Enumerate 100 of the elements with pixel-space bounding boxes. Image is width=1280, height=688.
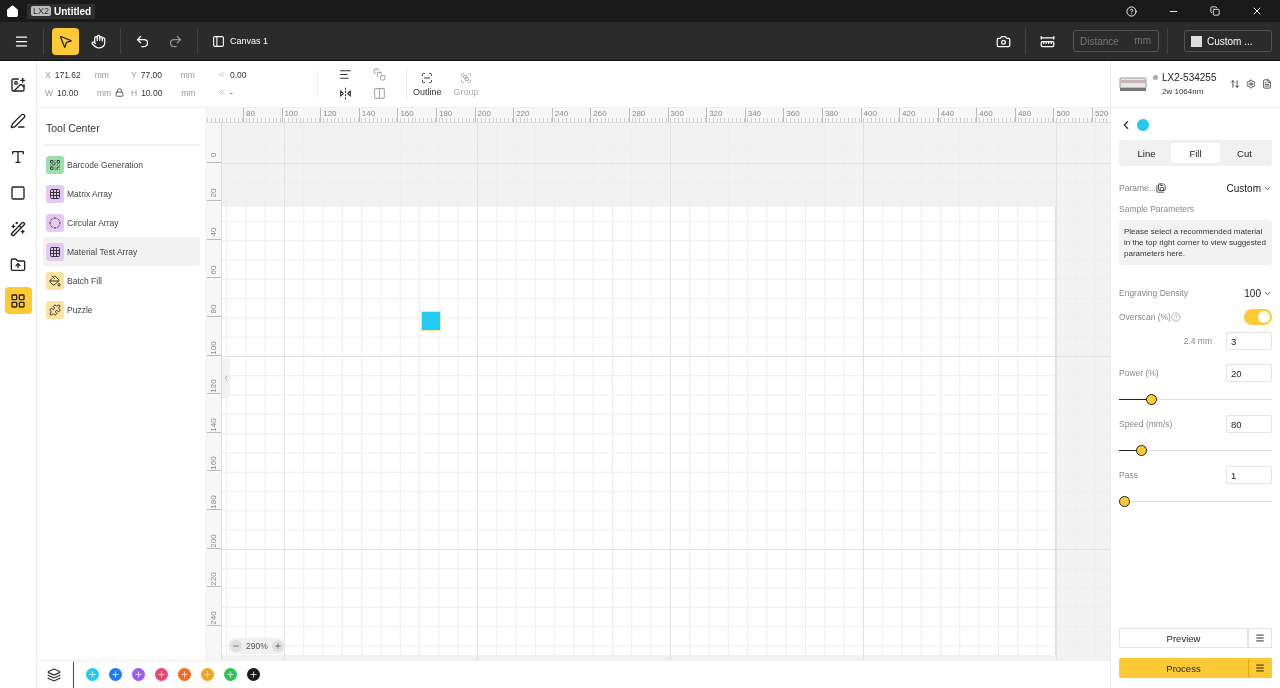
device-name[interactable]: LX2-534255 (1162, 72, 1217, 83)
info-note: Please select a recommended material in the top right corner to view suggested parameters here. (1119, 220, 1272, 265)
grid-tiles-icon (10, 292, 26, 309)
mode-tab[interactable]: Cut (1220, 143, 1269, 163)
tool-item[interactable]: Barcode Generation (43, 150, 200, 179)
settings-icon[interactable] (1246, 79, 1256, 89)
ruler-label: 140 (358, 108, 398, 122)
sort-icon[interactable] (1230, 79, 1240, 89)
ruler-label: 100 (210, 340, 218, 355)
outline-button[interactable]: Outline (407, 71, 448, 97)
collapse-handle[interactable] (222, 358, 230, 398)
device-spec: 2w 1064nm (1161, 87, 1205, 96)
ruler-label: 120 (320, 108, 359, 122)
ruler-label: 420 (899, 108, 938, 122)
image-add-icon (10, 76, 26, 93)
slider-thumb[interactable] (1119, 496, 1130, 507)
plus-icon (111, 670, 120, 679)
value-field[interactable]: 10.00 (141, 88, 178, 98)
corner-field[interactable]: - (230, 88, 266, 98)
zoom-in-button[interactable] (271, 640, 284, 652)
select-tool-button[interactable] (52, 27, 79, 55)
preview-button[interactable]: Preview (1119, 628, 1248, 648)
tool-item[interactable]: Matrix Array (43, 179, 200, 208)
ruler-label: 500 (1053, 108, 1093, 122)
canvas-tab[interactable]: Canvas 1 (206, 33, 275, 49)
overscan-toggle[interactable] (1244, 309, 1272, 325)
camera-icon (996, 33, 1011, 49)
value-field[interactable]: 77.00 (140, 70, 177, 80)
ruler-label: 200 (474, 108, 514, 122)
tool-item[interactable]: Circular Array (43, 208, 200, 237)
density-dropdown[interactable]: 100 (1244, 287, 1272, 299)
process-button[interactable]: Process (1119, 658, 1248, 678)
ruler-label: 460 (976, 108, 1015, 122)
align-icon[interactable] (338, 68, 352, 81)
plus-icon (180, 670, 189, 679)
pen-icon (10, 112, 26, 129)
ruler-label: 140 (210, 418, 218, 432)
value-field[interactable]: 171.62 (54, 70, 91, 80)
flip-icon[interactable] (338, 87, 352, 100)
mode-tab[interactable]: Fill (1171, 143, 1220, 163)
field-label: Speed (mm/s) (1119, 419, 1173, 429)
layers-icon[interactable] (47, 667, 61, 682)
group-icon (460, 71, 473, 84)
ruler-label: 300 (667, 108, 707, 122)
swatch-icon (1191, 35, 1202, 47)
document-icon[interactable] (1262, 79, 1272, 89)
ruler-label: 0 (210, 152, 218, 157)
preset-dropdown[interactable]: Custom (1226, 182, 1272, 194)
close-icon (1251, 5, 1263, 17)
value-field[interactable]: 10.00 (57, 88, 94, 98)
field-label: Y (131, 70, 137, 80)
ruler-label: 260 (590, 108, 629, 122)
redo-icon (168, 33, 183, 49)
ruler-label: 80 (243, 108, 282, 122)
mode-tab[interactable]: Line (1122, 143, 1171, 163)
plus-icon (226, 670, 235, 679)
plus-icon (88, 670, 97, 679)
field-label: Power (%) (1119, 368, 1159, 378)
menu-icon (1255, 663, 1265, 673)
angle-field[interactable]: 0.00 (230, 70, 266, 80)
tool-item[interactable]: Puzzle (43, 295, 200, 324)
slider-thumb[interactable] (1145, 394, 1157, 405)
panel-title: Tool Center (43, 118, 200, 146)
field-label: X (45, 70, 51, 80)
outline-icon (421, 71, 434, 84)
field-label: Engraving Density (1119, 288, 1188, 298)
field-label: H (131, 88, 138, 98)
lock-icon[interactable] (115, 88, 125, 98)
tool-item[interactable]: Material Test Array (43, 237, 200, 266)
ruler-label: 40 (210, 227, 218, 237)
ruler-label: 80 (210, 304, 218, 314)
value-input[interactable]: 20 (1226, 364, 1272, 382)
unit-label: mm (180, 70, 195, 80)
ruler-label: 360 (783, 108, 822, 122)
app-badge: LX2 (31, 6, 51, 16)
document-tab[interactable]: LX2 Untitled (27, 3, 96, 19)
value-input[interactable]: 1 (1226, 466, 1272, 484)
home-icon[interactable] (6, 4, 19, 18)
ruler-label: 380 (821, 108, 861, 122)
save-preset-icon[interactable] (1155, 183, 1166, 193)
folder-import-icon (10, 256, 26, 273)
slider-thumb[interactable] (1136, 445, 1148, 456)
plus-icon (203, 670, 212, 679)
overscan-input[interactable]: 3 (1226, 332, 1272, 350)
plus-icon (157, 670, 166, 679)
ruler-label: 180 (435, 108, 475, 122)
field-label: Pass (1119, 470, 1138, 480)
value-input[interactable]: 80 (1226, 415, 1272, 433)
grid-tiles-button[interactable] (4, 287, 32, 314)
menu-icon (1255, 633, 1265, 643)
plus-icon (249, 670, 258, 679)
undo-icon (135, 33, 150, 49)
tool-item[interactable]: Batch Fill (43, 266, 200, 295)
ruler-label: 280 (628, 108, 668, 122)
device-drawing (1119, 76, 1147, 92)
text-tool-icon (10, 148, 26, 165)
material-button[interactable]: Custom ... (1184, 30, 1272, 52)
add-layer-button[interactable] (247, 668, 260, 681)
ruler-label: 480 (1014, 108, 1054, 122)
square-icon (10, 184, 26, 201)
